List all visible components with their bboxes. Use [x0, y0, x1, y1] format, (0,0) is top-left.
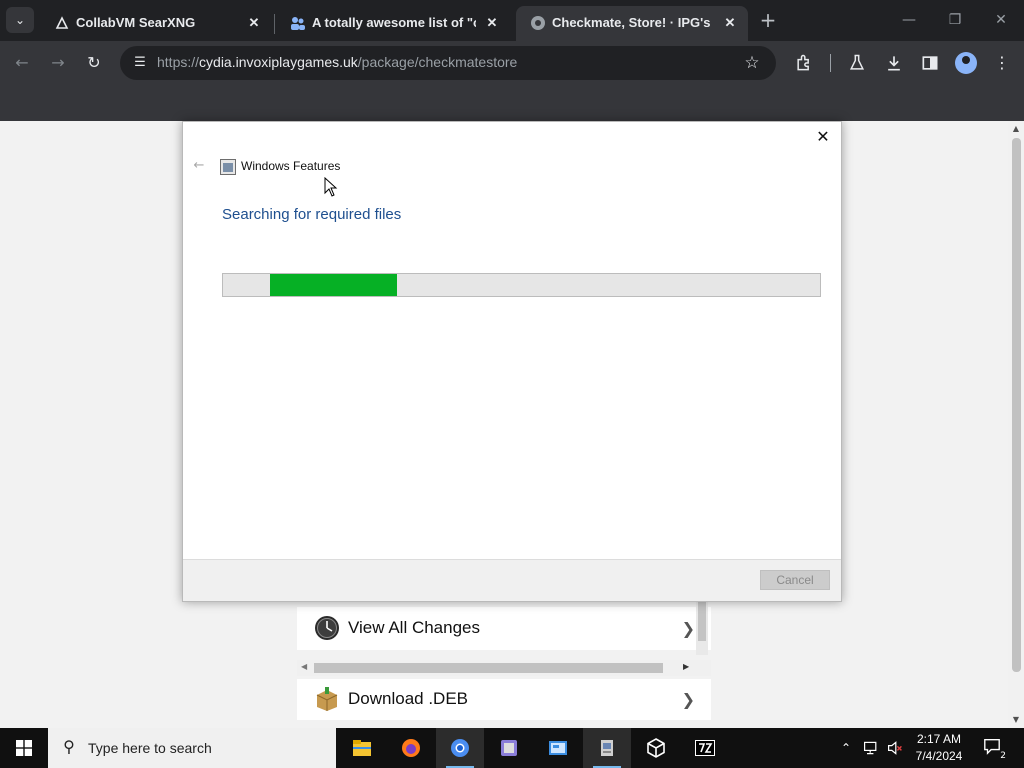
cancel-button[interactable]: Cancel: [760, 570, 830, 590]
taskbar-firefox[interactable]: [387, 728, 435, 768]
scrollbar-thumb[interactable]: [698, 601, 706, 641]
clock-icon: [315, 616, 339, 640]
kebab-menu-icon[interactable]: ⋮: [990, 51, 1014, 75]
taskbar-search-box[interactable]: ⚲ Type here to search: [48, 728, 336, 768]
scrollbar-thumb[interactable]: [314, 663, 663, 673]
close-icon[interactable]: ✕: [482, 13, 502, 33]
package-icon: [316, 687, 338, 711]
tab-separator: [274, 14, 275, 34]
network-icon[interactable]: [860, 728, 882, 768]
address-bar[interactable]: ☰ https://cydia.invoxiplaygames.uk/packa…: [120, 46, 776, 80]
windows-taskbar: ⚲ Type here to search ⌃ 2:17 AM 7/4/2024…: [0, 728, 1024, 768]
dialog-footer: Cancel: [183, 559, 841, 601]
labs-flask-icon[interactable]: [845, 51, 869, 75]
chevron-right-icon: ❯: [681, 619, 695, 638]
back-arrow-icon[interactable]: ←: [10, 51, 34, 75]
download-deb-cell[interactable]: Download .DEB ❯: [297, 679, 711, 720]
profile-avatar-icon[interactable]: [955, 52, 977, 74]
new-tab-button[interactable]: +: [756, 8, 780, 32]
browser-tab-strip: ⌄ CollabVM SearXNG ✕ A totally awesome l…: [0, 0, 1024, 41]
reload-icon[interactable]: ↻: [82, 51, 106, 75]
taskbar-virtualbox[interactable]: [632, 728, 680, 768]
site-settings-icon[interactable]: ☰: [128, 51, 152, 75]
chevron-down-icon: ⌄: [14, 13, 26, 27]
restore-button[interactable]: ❐: [932, 0, 978, 41]
show-hidden-icons-chevron-icon[interactable]: ⌃: [836, 728, 856, 768]
windows-features-icon: [220, 159, 236, 175]
mouse-cursor-icon: [324, 177, 338, 197]
progress-fill: [270, 274, 397, 296]
close-icon[interactable]: ✕: [720, 13, 740, 33]
page-vertical-scrollbar[interactable]: ▲ ▼: [1008, 121, 1024, 728]
scroll-down-arrow-icon[interactable]: ▼: [1008, 712, 1024, 728]
tab-title: CollabVM SearXNG: [76, 15, 196, 30]
start-button[interactable]: [0, 728, 48, 768]
search-icon: ⚲: [63, 737, 75, 756]
url-host: cydia.invoxiplaygames.uk: [199, 54, 358, 70]
close-icon[interactable]: ✕: [244, 13, 264, 33]
globe-icon: [531, 16, 545, 30]
scroll-left-arrow-icon[interactable]: ◀: [301, 662, 307, 671]
notification-icon: [984, 739, 1000, 755]
download-icon[interactable]: [882, 51, 906, 75]
window-close-button[interactable]: ✕: [978, 0, 1024, 41]
close-icon[interactable]: ✕: [813, 127, 833, 147]
taskbar-chromium[interactable]: [436, 728, 484, 768]
chevron-right-icon: ❯: [681, 690, 695, 709]
inner-horizontal-scrollbar[interactable]: ◀ ▶: [297, 660, 711, 676]
bookmarks-bar: [0, 85, 1024, 121]
scroll-up-arrow-icon[interactable]: ▲: [1008, 121, 1024, 137]
tab-search-button[interactable]: ⌄: [6, 7, 34, 33]
url-text[interactable]: https://cydia.invoxiplaygames.uk/package…: [157, 54, 517, 70]
tab-title: Checkmate, Store! · IPG's Cydia: [552, 15, 714, 30]
taskbar-control-panel[interactable]: [534, 728, 582, 768]
browser-toolbar: ← → ↻ ☰ https://cydia.invoxiplaygames.uk…: [0, 41, 1024, 85]
taskbar-notepad[interactable]: [485, 728, 533, 768]
taskbar-windows-features[interactable]: [583, 728, 631, 768]
notification-center-button[interactable]: 2: [980, 737, 1006, 761]
cell-label: Download .DEB: [348, 689, 469, 708]
taskbar-7zip[interactable]: [681, 728, 729, 768]
inner-vertical-scrollbar[interactable]: [696, 601, 708, 655]
windows-features-icon: [601, 740, 613, 756]
windows-features-dialog: ✕ ← Windows Features Searching for requi…: [182, 121, 842, 602]
toolbar-divider: [830, 54, 831, 72]
dialog-title: Windows Features: [241, 159, 341, 173]
windows-logo-icon: [16, 740, 32, 756]
side-panel-icon[interactable]: [918, 51, 942, 75]
people-icon: [291, 17, 305, 30]
file-explorer-icon: [353, 740, 371, 756]
tab-checkmate-store[interactable]: Checkmate, Store! · IPG's Cydia ✕: [516, 6, 748, 41]
tab-title: A totally awesome list of "old" v: [312, 15, 476, 30]
scroll-right-arrow-icon[interactable]: ▶: [683, 662, 689, 671]
virtualbox-icon: [647, 738, 665, 758]
tab-collabvm-searxng[interactable]: CollabVM SearXNG ✕: [40, 6, 272, 41]
clock-time: 2:17 AM: [916, 732, 962, 746]
clock-date: 7/4/2024: [915, 749, 963, 763]
taskbar-file-explorer[interactable]: [338, 728, 386, 768]
search-placeholder: Type here to search: [88, 740, 212, 756]
back-arrow-icon: ←: [193, 158, 205, 173]
notepad-icon: [501, 740, 517, 756]
url-path: /package/checkmatestore: [357, 54, 518, 70]
cell-label: View All Changes: [348, 618, 480, 637]
minimize-button[interactable]: —: [886, 0, 932, 41]
bookmark-star-icon[interactable]: ☆: [740, 51, 764, 75]
system-clock[interactable]: 2:17 AM 7/4/2024: [904, 731, 974, 765]
progress-bar: [222, 273, 821, 297]
view-all-changes-cell[interactable]: View All Changes ❯: [297, 607, 711, 650]
scrollbar-thumb[interactable]: [1012, 138, 1021, 672]
notification-count: 2: [1000, 751, 1006, 761]
dialog-heading: Searching for required files: [222, 206, 402, 223]
firefox-icon: [402, 739, 420, 757]
extensions-icon[interactable]: [792, 51, 816, 75]
tab-awesome-list[interactable]: A totally awesome list of "old" v ✕: [276, 6, 510, 41]
searxng-icon: [55, 16, 69, 29]
control-panel-icon: [549, 741, 567, 755]
7zip-icon: [695, 740, 715, 756]
forward-arrow-icon[interactable]: →: [46, 51, 70, 75]
volume-muted-icon[interactable]: [884, 728, 906, 768]
url-scheme: https://: [157, 54, 200, 70]
chromium-icon: [451, 739, 469, 757]
